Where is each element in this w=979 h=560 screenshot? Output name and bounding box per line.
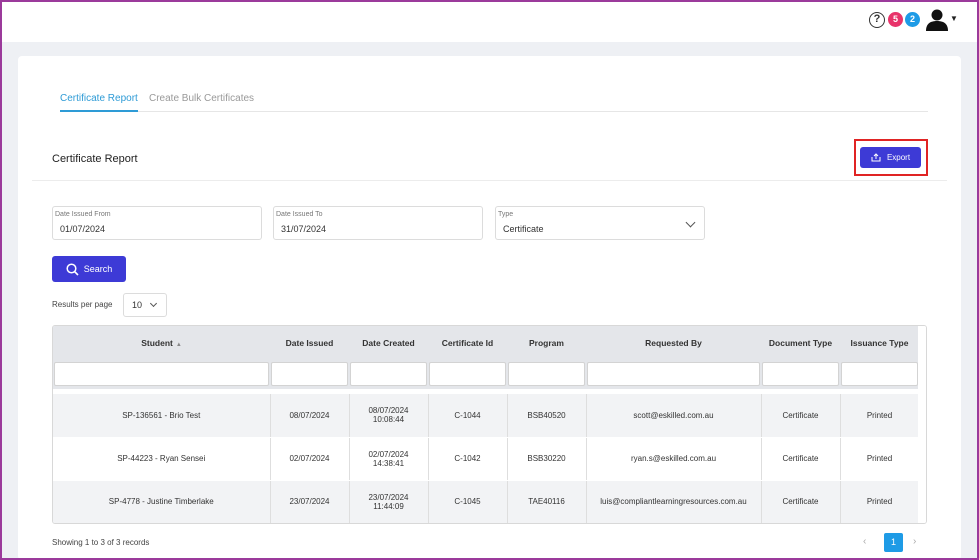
top-bar: ? 5 2 ▼ — [0, 0, 979, 42]
date-issued-to-value: 31/07/2024 — [281, 224, 327, 234]
filter-input-certificate-id[interactable] — [429, 362, 506, 386]
cell-date-issued: 02/07/2024 — [270, 437, 350, 481]
filter-input-student[interactable] — [54, 362, 269, 386]
tab-bar: Certificate Report Create Bulk Certifica… — [60, 92, 928, 112]
filter-input-date-issued[interactable] — [271, 362, 348, 386]
column-header-date-created[interactable]: Date Created — [349, 326, 428, 359]
column-header-program[interactable]: Program — [507, 326, 586, 359]
column-header-date-issued[interactable]: Date Issued — [270, 326, 349, 359]
cell-student: SP-44223 - Ryan Sensei — [53, 437, 271, 481]
pagination-next-icon[interactable]: › — [913, 536, 916, 547]
cell-program: TAE40116 — [507, 480, 587, 523]
date-issued-from-field[interactable]: Date Issued From 01/07/2024 — [52, 206, 262, 240]
type-select[interactable]: Type Certificate — [495, 206, 705, 240]
cell-requested-by: luis@compliantlearningresources.com.au — [586, 480, 762, 523]
table-scroll-gutter — [918, 326, 926, 523]
page-title: Certificate Report — [52, 153, 138, 165]
column-header-document-type[interactable]: Document Type — [761, 326, 840, 359]
cell-issuance-type: Printed — [840, 394, 920, 438]
cell-student: SP-136561 - Brio Test — [53, 394, 271, 438]
cell-document-type: Certificate — [761, 437, 841, 481]
export-icon — [871, 153, 881, 162]
column-header-certificate-id[interactable]: Certificate Id — [428, 326, 507, 359]
notification-badge-red[interactable]: 5 — [888, 12, 903, 27]
results-per-page-select[interactable]: 10 — [123, 293, 167, 317]
filter-input-document-type[interactable] — [762, 362, 839, 386]
search-icon — [66, 262, 79, 276]
cell-certificate-id: C-1045 — [428, 480, 508, 523]
notification-badge-blue[interactable]: 2 — [905, 12, 920, 27]
cell-date-created: 08/07/2024 10:08:44 — [349, 394, 429, 438]
cell-date-created-time: 14:38:41 — [372, 458, 405, 468]
cell-date-issued: 08/07/2024 — [270, 394, 350, 438]
filter-input-requested-by[interactable] — [587, 362, 760, 386]
user-menu-caret-icon[interactable]: ▼ — [950, 14, 958, 23]
date-issued-to-label: Date Issued To — [276, 211, 323, 218]
type-value: Certificate — [503, 224, 544, 234]
date-issued-from-value: 01/07/2024 — [60, 224, 106, 234]
cell-student: SP-4778 - Justine Timberlake — [53, 480, 271, 523]
tab-create-bulk-certificates[interactable]: Create Bulk Certificates — [149, 92, 254, 112]
column-header-requested-by[interactable]: Requested By — [586, 326, 761, 359]
column-header-student[interactable]: Student ▲ — [53, 326, 270, 359]
cell-date-created-date: 08/07/2024 — [368, 406, 409, 416]
export-button[interactable]: Export — [860, 147, 921, 168]
tab-certificate-report[interactable]: Certificate Report — [60, 92, 138, 112]
type-label: Type — [498, 211, 514, 218]
cell-date-issued: 23/07/2024 — [270, 480, 350, 523]
records-summary: Showing 1 to 3 of 3 records — [52, 538, 150, 547]
chevron-down-icon — [685, 217, 696, 228]
certificate-table: Student ▲ Date Issued Date Created Certif… — [52, 325, 927, 524]
cell-date-created-date: 23/07/2024 — [368, 492, 409, 502]
search-button[interactable]: Search — [52, 256, 126, 282]
filter-input-program[interactable] — [508, 362, 585, 386]
cell-document-type: Certificate — [761, 394, 841, 438]
results-per-page-label: Results per page — [52, 300, 113, 309]
content-card: Certificate Report Create Bulk Certifica… — [18, 56, 961, 560]
cell-issuance-type: Printed — [840, 437, 920, 481]
cell-program: BSB30220 — [507, 437, 587, 481]
chevron-down-icon — [149, 299, 158, 308]
cell-date-created-date: 02/07/2024 — [368, 449, 409, 459]
pagination-prev-icon[interactable]: ‹ — [863, 536, 866, 547]
sort-ascending-icon[interactable]: ▲ — [176, 342, 182, 348]
pagination-page-1[interactable]: 1 — [884, 533, 903, 552]
table-row[interactable]: SP-44223 - Ryan Sensei 02/07/2024 02/07/… — [53, 437, 920, 481]
table-row[interactable]: SP-4778 - Justine Timberlake 23/07/2024 … — [53, 480, 920, 523]
cell-requested-by: ryan.s@eskilled.com.au — [586, 437, 762, 481]
search-label: Search — [83, 264, 113, 274]
help-icon[interactable]: ? — [869, 12, 885, 28]
cell-issuance-type: Printed — [840, 480, 920, 523]
column-header-issuance-type[interactable]: Issuance Type — [840, 326, 919, 359]
column-header-student-label: Student — [141, 337, 173, 348]
date-issued-to-field[interactable]: Date Issued To 31/07/2024 — [273, 206, 483, 240]
cell-certificate-id: C-1042 — [428, 437, 508, 481]
filter-input-date-created[interactable] — [350, 362, 427, 386]
table-row[interactable]: SP-136561 - Brio Test 08/07/2024 08/07/2… — [53, 394, 920, 438]
filter-input-issuance-type[interactable] — [841, 362, 918, 386]
date-issued-from-label: Date Issued From — [55, 211, 111, 218]
user-avatar-icon[interactable] — [925, 9, 949, 31]
results-per-page-value: 10 — [132, 300, 143, 310]
export-label: Export — [886, 153, 911, 162]
cell-date-created-time: 10:08:44 — [372, 415, 405, 425]
divider — [32, 180, 947, 181]
cell-document-type: Certificate — [761, 480, 841, 523]
cell-certificate-id: C-1044 — [428, 394, 508, 438]
cell-program: BSB40520 — [507, 394, 587, 438]
cell-date-created: 02/07/2024 14:38:41 — [349, 437, 429, 481]
cell-date-created: 23/07/2024 11:44:09 — [349, 480, 429, 523]
cell-requested-by: scott@eskilled.com.au — [586, 394, 762, 438]
cell-date-created-time: 11:44:09 — [373, 501, 404, 511]
